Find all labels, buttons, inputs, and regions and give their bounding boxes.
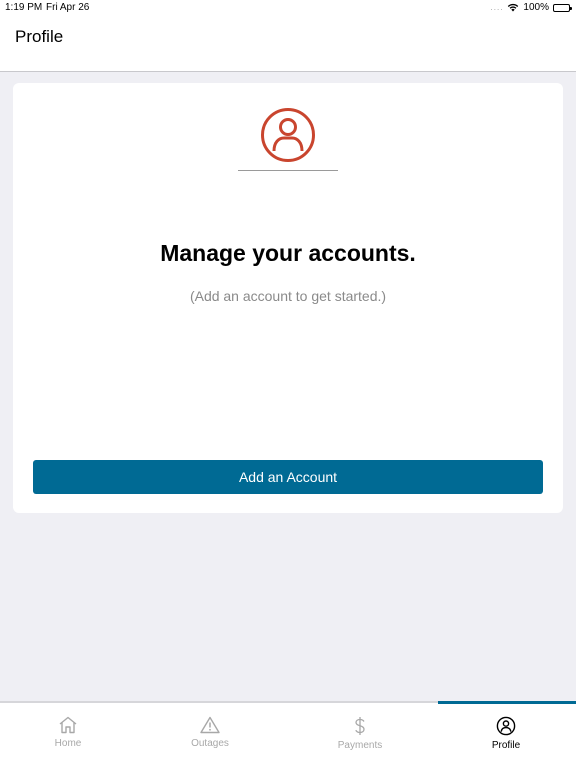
accounts-card: Manage your accounts. (Add an account to… [13, 83, 563, 513]
tab-payments[interactable]: Payments [288, 703, 432, 768]
tab-bar: Home Outages Payments Profile [0, 701, 576, 768]
profile-icon [496, 716, 516, 736]
battery-percent: 100% [523, 2, 549, 13]
status-date: Fri Apr 26 [46, 2, 90, 13]
dollar-icon [355, 717, 365, 735]
tab-outages-label: Outages [191, 738, 229, 749]
wifi-icon [508, 3, 519, 12]
add-account-button[interactable]: Add an Account [33, 460, 543, 494]
tab-home-label: Home [54, 738, 82, 749]
tab-home[interactable]: Home [0, 703, 140, 768]
warning-icon [200, 716, 220, 734]
home-icon [59, 716, 77, 734]
tab-payments-label: Payments [337, 740, 383, 751]
battery-icon [553, 3, 572, 12]
profile-avatar-icon [261, 108, 315, 162]
card-subtext: (Add an account to get started.) [189, 288, 387, 304]
tab-profile-label: Profile [491, 740, 521, 751]
status-bar: 1:19 PM Fri Apr 26 .... 100% [0, 0, 576, 16]
card-headline: Manage your accounts. [160, 240, 416, 266]
page-title: Profile [15, 27, 64, 46]
nav-header: Profile [0, 16, 576, 72]
tab-profile[interactable]: Profile [434, 703, 576, 768]
tab-outages[interactable]: Outages [138, 703, 282, 768]
status-time: 1:19 PM [5, 2, 43, 13]
signal-icon: .... [490, 3, 504, 12]
avatar [260, 107, 316, 163]
status-indicators: .... 100% [490, 2, 572, 13]
avatar-divider [238, 170, 338, 171]
